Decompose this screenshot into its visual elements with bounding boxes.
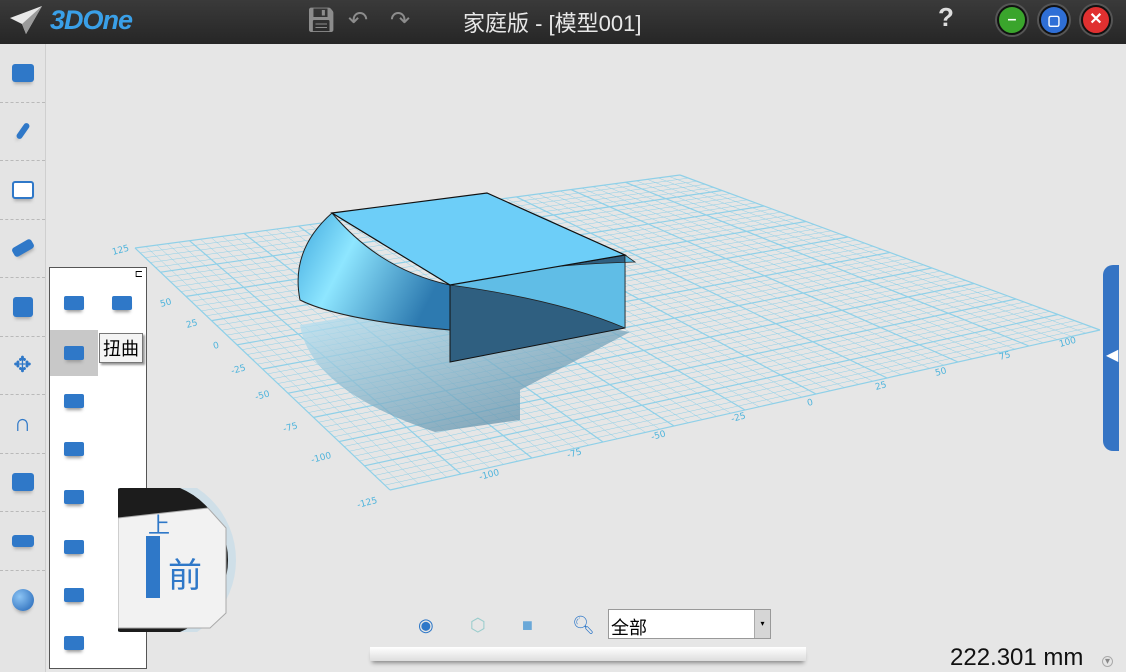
grid-line — [658, 177, 1072, 337]
axis-tick-label: 75 — [998, 350, 1012, 363]
filter-value: 全部 — [611, 618, 647, 638]
flyout-tool-draw-surface[interactable] — [98, 280, 146, 326]
view-navigation-cube[interactable]: 上 前 — [118, 488, 240, 632]
shaded-icon[interactable]: ■ — [522, 615, 533, 636]
axis-tick-label: -25 — [230, 363, 247, 376]
zoom-fit-icon[interactable]: 🔍︎ — [572, 615, 595, 636]
eye-icon[interactable]: ◉ — [418, 615, 434, 636]
axis-tick-label: -25 — [730, 411, 747, 424]
flyout-tool-shell[interactable] — [50, 280, 98, 326]
flyout-tool-inset[interactable] — [50, 426, 98, 472]
flyout-tool-split[interactable] — [50, 524, 98, 570]
axis-tick-label: 50 — [159, 297, 173, 310]
taper-icon — [64, 636, 84, 650]
grid-line — [679, 174, 1101, 331]
axis-tick-label: 50 — [934, 366, 948, 379]
axis-tick-label: 25 — [874, 380, 888, 393]
filter-select[interactable]: 全部 ▾ — [608, 609, 771, 639]
wrap-icon — [64, 490, 84, 504]
axis-tick-label: 125 — [111, 244, 130, 258]
flyout-tool-twist[interactable] — [50, 330, 98, 376]
axis-tick-label: -100 — [478, 468, 501, 483]
axis-tick-label: 25 — [185, 318, 199, 331]
chevron-left-icon: ◀ — [1106, 347, 1119, 364]
flyout-tool-taper[interactable] — [50, 620, 98, 666]
split-icon — [64, 540, 84, 554]
shell-icon — [64, 296, 84, 310]
axis-tick-label: 0 — [212, 341, 220, 352]
axis-tick-label: -100 — [310, 451, 333, 466]
flyout-tool-bend[interactable] — [50, 378, 98, 424]
axis-tick-label: -125 — [356, 496, 378, 511]
draw-surface-icon — [112, 296, 132, 310]
grid-line — [669, 176, 1086, 334]
axis-tick-label: -75 — [282, 421, 299, 434]
cube-face-front[interactable]: 前 — [168, 548, 202, 597]
pin-icon[interactable]: ⊏ — [135, 269, 143, 280]
toolbar-shelf — [370, 647, 806, 661]
right-panel-toggle[interactable]: ◀ — [1103, 265, 1119, 451]
axis-tick-label: 0 — [806, 398, 814, 409]
bottom-view-toolbar: ◉ ⬡ ■ 🔍︎ 全部 ▾ — [370, 605, 806, 661]
axis-tick-label: -50 — [254, 389, 271, 403]
inset-icon — [64, 442, 84, 456]
chevron-down-icon[interactable]: ▾ — [754, 610, 770, 638]
flyout-tool-wrap[interactable] — [50, 474, 98, 520]
grid-line — [625, 181, 1030, 347]
axis-tick-label: 100 — [1058, 336, 1077, 350]
flyout-tool-loft[interactable] — [50, 572, 98, 618]
tooltip: 扭曲 — [99, 333, 143, 363]
twist-icon — [64, 346, 84, 360]
measurement-readout: 222.301 mm — [950, 644, 1084, 671]
unit-dropdown-icon[interactable]: ▾ — [1102, 656, 1113, 667]
wireframe-icon[interactable]: ⬡ — [470, 615, 486, 636]
cube-face-top[interactable]: 上 — [148, 508, 170, 540]
loft-icon — [64, 588, 84, 602]
bend-icon — [64, 394, 84, 408]
